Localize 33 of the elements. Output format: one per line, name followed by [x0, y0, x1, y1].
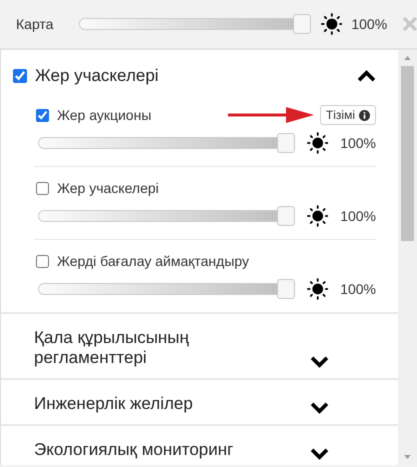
opacity-reading: 100% [351, 16, 388, 32]
group-title: Инженерлік желілер [33, 394, 194, 414]
sun-icon [320, 13, 342, 35]
opacity-reading: 100% [340, 281, 376, 297]
layer-checkbox[interactable] [36, 108, 49, 122]
group-checkbox[interactable] [13, 69, 27, 83]
info-icon [359, 110, 370, 120]
opacity-reading: 100% [340, 135, 376, 151]
layer-label: Карта [16, 16, 54, 32]
scroll-up-icon[interactable] [404, 56, 411, 60]
opacity-slider[interactable] [38, 206, 295, 226]
opacity-slider[interactable] [38, 279, 295, 299]
sun-icon [306, 132, 328, 154]
layer-checkbox[interactable] [36, 254, 49, 268]
group-title: Жер учаскелері [35, 66, 160, 86]
layer-checkbox[interactable] [36, 182, 49, 194]
layer-name: Жер аукционы [57, 107, 152, 123]
group-title: Қала құрылысының регламенттері [33, 327, 190, 368]
sun-icon [306, 205, 328, 227]
opacity-slider[interactable] [79, 14, 311, 34]
layer-name: Жерді бағалау аймақтандыру [57, 253, 250, 269]
layer-name: Жер учаскелері [57, 180, 160, 196]
opacity-reading: 100% [340, 208, 376, 224]
opacity-slider[interactable] [38, 133, 295, 153]
scrollbar[interactable] [398, 50, 417, 465]
chevron-down-icon[interactable] [310, 447, 329, 460]
list-button[interactable]: Тізімі [320, 105, 376, 125]
group-title: Экологиялық мониторинг [33, 440, 234, 460]
chevron-up-icon[interactable] [357, 70, 376, 82]
chevron-down-icon[interactable] [310, 355, 329, 368]
scroll-down-icon[interactable] [404, 455, 411, 459]
chevron-down-icon[interactable] [310, 401, 329, 414]
sun-icon [306, 278, 328, 300]
